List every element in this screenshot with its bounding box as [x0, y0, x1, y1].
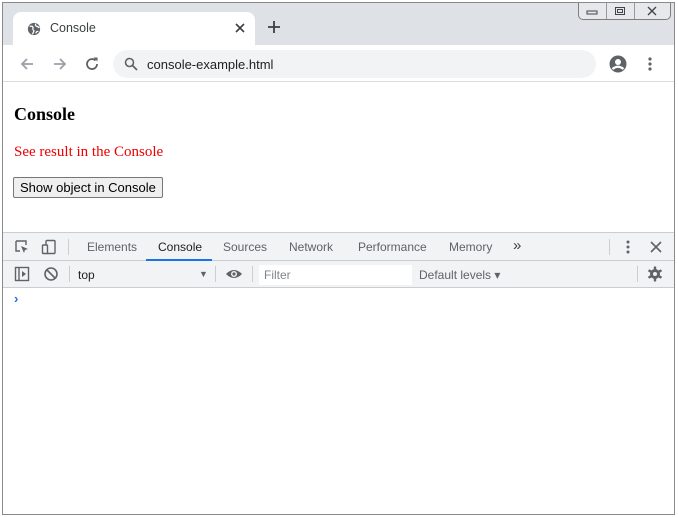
tab-performance[interactable]: Performance: [358, 240, 427, 254]
console-note: See result in the Console: [14, 144, 164, 160]
maximize-button[interactable]: [607, 3, 635, 19]
tab-network[interactable]: Network: [289, 240, 333, 254]
tab-sources[interactable]: Sources: [223, 240, 267, 254]
address-bar[interactable]: console-example.html: [113, 50, 596, 78]
tab-memory[interactable]: Memory: [449, 240, 492, 254]
maximize-icon: [615, 6, 626, 15]
close-window-icon: [647, 6, 657, 15]
show-object-button[interactable]: Show object in Console: [13, 177, 163, 198]
close-window-button[interactable]: [635, 3, 670, 19]
minimize-button[interactable]: [579, 3, 607, 19]
globe-icon: [27, 22, 41, 36]
tab-elements[interactable]: Elements: [87, 240, 137, 254]
page-heading: Console: [14, 104, 76, 124]
console-prompt-icon: ›: [14, 291, 19, 306]
window-controls: [578, 3, 671, 20]
devtools-tabbar: Elements Console Sources Network Perform…: [3, 233, 674, 261]
more-tabs-icon[interactable]: »: [513, 237, 521, 254]
page-content: Console See result in the Console Show o…: [3, 83, 674, 232]
browser-window: Console console-example.html Console See…: [2, 2, 675, 515]
browser-toolbar: console-example.html: [3, 45, 674, 82]
browser-menu-icon[interactable]: [642, 56, 658, 72]
devtools-menu-icon[interactable]: [620, 239, 636, 255]
toolbar-divider: [69, 266, 70, 282]
reload-icon[interactable]: [84, 56, 100, 72]
device-toolbar-icon[interactable]: [41, 239, 57, 255]
profile-icon[interactable]: [609, 55, 627, 73]
console-output[interactable]: ›: [3, 288, 674, 514]
toolbar-divider: [637, 266, 638, 282]
console-toolbar: top ▼ Default levels ▾: [3, 261, 674, 288]
back-icon[interactable]: [19, 56, 35, 72]
forward-icon[interactable]: [52, 56, 68, 72]
settings-gear-icon[interactable]: [647, 266, 663, 282]
context-selector[interactable]: top: [78, 268, 95, 282]
tab-console[interactable]: Console: [158, 240, 202, 254]
browser-tab[interactable]: Console: [13, 12, 255, 45]
devtools-panel: Elements Console Sources Network Perform…: [3, 232, 674, 514]
search-icon: [124, 57, 138, 71]
minimize-icon: [586, 10, 598, 14]
sidebar-toggle-icon[interactable]: [14, 266, 30, 282]
filter-box: [259, 265, 412, 285]
context-dropdown-icon[interactable]: ▼: [199, 269, 208, 279]
log-levels-dropdown[interactable]: Default levels ▾: [419, 268, 500, 282]
close-tab-icon[interactable]: [233, 21, 247, 35]
toolbar-divider: [252, 266, 253, 282]
inspect-element-icon[interactable]: [14, 239, 30, 255]
toolbar-divider: [215, 266, 216, 282]
toolbar-divider: [68, 239, 69, 255]
clear-console-icon[interactable]: [43, 266, 59, 282]
tab-strip: Console: [3, 3, 674, 45]
eye-icon[interactable]: [225, 266, 243, 282]
new-tab-icon[interactable]: [267, 20, 281, 34]
url-text: console-example.html: [147, 57, 274, 72]
toolbar-divider: [609, 239, 610, 255]
close-devtools-icon[interactable]: [648, 239, 664, 255]
tab-title: Console: [50, 21, 96, 35]
filter-input[interactable]: [259, 265, 412, 285]
